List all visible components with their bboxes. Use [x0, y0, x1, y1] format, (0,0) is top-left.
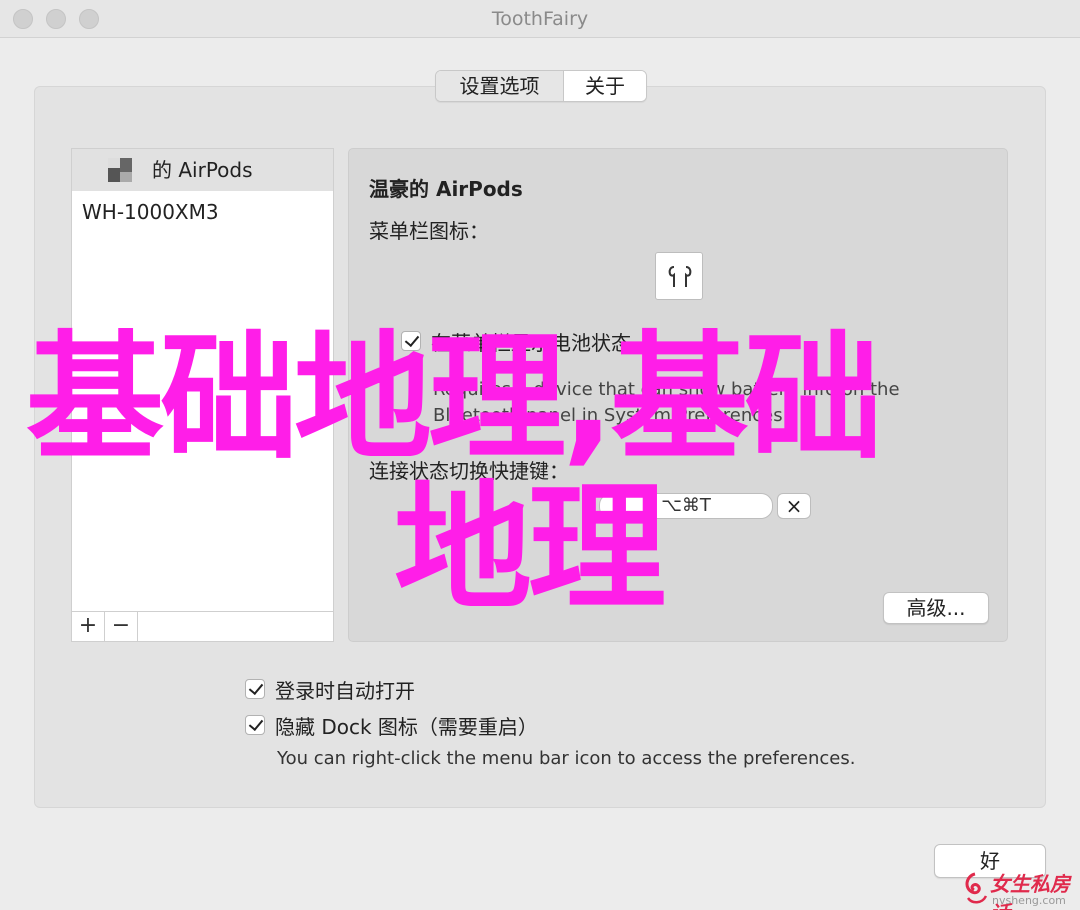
- hide-dock-checkbox[interactable]: [245, 715, 265, 735]
- advanced-button[interactable]: 高级...: [883, 592, 989, 624]
- list-footer: + −: [72, 611, 333, 641]
- logo-url: nvsheng.com: [992, 894, 1066, 907]
- device-icon: [108, 158, 132, 182]
- list-item-wh1000xm3[interactable]: WH-1000XM3: [72, 191, 333, 233]
- menubar-icon-label: 菜单栏图标：: [369, 219, 489, 243]
- tab-settings[interactable]: 设置选项: [436, 71, 564, 101]
- site-logo: 女生私房话 nvsheng.com: [960, 866, 1080, 910]
- launch-at-login-checkbox[interactable]: [245, 679, 265, 699]
- overlay-text-line2: 地理: [394, 468, 666, 629]
- clear-shortcut-button[interactable]: ×: [777, 493, 811, 519]
- menubar-icon-picker[interactable]: [655, 252, 703, 300]
- window-title: ToothFairy: [491, 8, 589, 30]
- launch-at-login-option[interactable]: 登录时自动打开: [245, 676, 415, 703]
- swirl-icon: [965, 872, 988, 904]
- title-bar: ToothFairy: [0, 0, 1080, 38]
- overlay-text-line1: 基础地理,基础: [26, 318, 882, 479]
- remove-device-button[interactable]: −: [105, 612, 138, 641]
- hide-dock-option[interactable]: 隐藏 Dock 图标（需要重启）: [245, 712, 538, 739]
- launch-at-login-label: 登录时自动打开: [275, 678, 415, 703]
- preferences-hint: You can right-click the menu bar icon to…: [277, 748, 856, 769]
- list-item-label: WH-1000XM3: [82, 200, 219, 224]
- device-name: 温豪的 AirPods: [369, 177, 523, 201]
- tab-bar: 设置选项 关于: [435, 70, 647, 102]
- list-item-airpods[interactable]: 的 AirPods: [72, 149, 333, 191]
- airpods-icon: [668, 266, 692, 287]
- hide-dock-label: 隐藏 Dock 图标（需要重启）: [275, 714, 538, 739]
- tab-about[interactable]: 关于: [564, 71, 646, 101]
- add-device-button[interactable]: +: [72, 612, 105, 641]
